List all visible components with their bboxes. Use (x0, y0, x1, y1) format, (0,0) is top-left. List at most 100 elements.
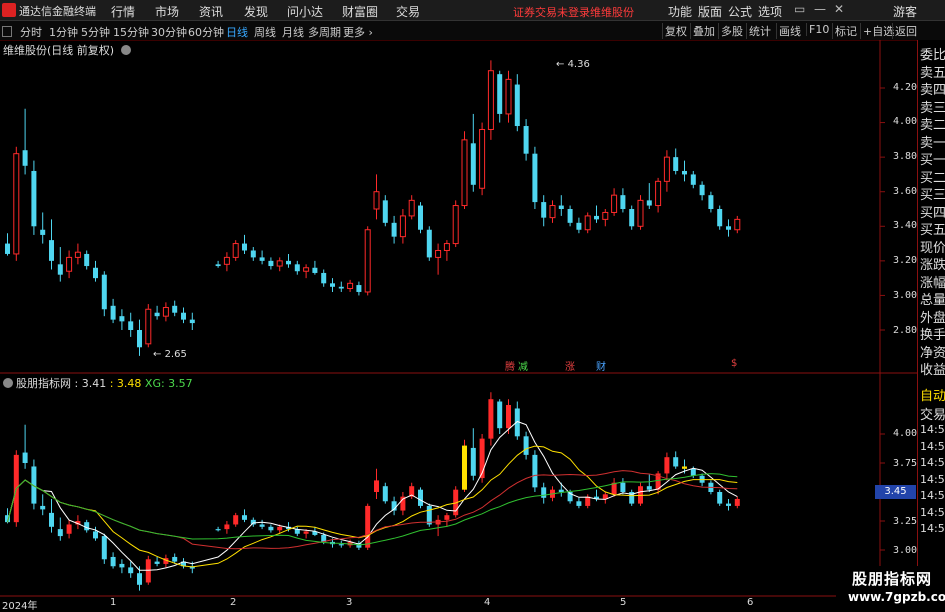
time-item[interactable]: 14:56 (920, 489, 945, 502)
button-add-watchlist[interactable]: +自选 (860, 23, 896, 39)
time-item[interactable]: 14:56 (920, 423, 945, 436)
tab-5min[interactable]: 5分钟 (81, 24, 110, 40)
ind-candle-body (277, 526, 283, 531)
event-marker[interactable]: $ (731, 358, 737, 369)
ind-candle-body (541, 487, 547, 498)
menu-formula[interactable]: 公式 (728, 3, 752, 20)
yaxis-label: 3.60 (893, 186, 918, 197)
side-item[interactable]: 总量 (920, 289, 945, 308)
menu-options[interactable]: 选项 (758, 3, 782, 20)
side-item[interactable]: 现价 (920, 237, 945, 256)
event-marker[interactable]: 财 (596, 358, 606, 373)
candle-body (726, 226, 731, 230)
button-stats[interactable]: 统计 (746, 23, 773, 39)
side-item[interactable]: 收益 (920, 359, 945, 378)
button-mark[interactable]: 标记 (832, 23, 859, 39)
ind-candle-body (49, 512, 54, 527)
menu-function[interactable]: 功能 (668, 3, 692, 20)
minimize-icon[interactable]: ▭ (794, 2, 805, 16)
side-item[interactable]: 买三 (920, 184, 945, 203)
side-item[interactable]: 买一 (920, 149, 945, 168)
candle-body (40, 229, 46, 235)
indicator-settings-icon[interactable] (3, 378, 13, 388)
tab-1min[interactable]: 1分钟 (49, 24, 78, 40)
time-item[interactable]: 14:56 (920, 440, 945, 453)
side-item[interactable]: 买二 (920, 167, 945, 186)
button-draw[interactable]: 画线 (776, 23, 803, 39)
xaxis-label: 1 (110, 597, 117, 608)
panel-toggle-icon[interactable] (2, 26, 12, 37)
side-item[interactable]: 卖五 (920, 62, 945, 81)
menu-ask[interactable]: 问小达 (287, 3, 323, 20)
side-item[interactable]: 换手 (920, 324, 945, 343)
yaxis-label: 4.20 (893, 82, 918, 93)
tab-multi-period[interactable]: 多周期 (308, 24, 341, 40)
guest-user[interactable]: 游客 (893, 3, 917, 20)
ind-candle-body (682, 466, 687, 469)
menu-wealth[interactable]: 财富圈 (342, 3, 378, 20)
ind-candle-body (259, 524, 265, 527)
ind-candle-body (532, 454, 538, 488)
ind-candle-body (268, 526, 274, 531)
button-overlay[interactable]: 叠加 (690, 23, 717, 39)
indicator-candle-series (5, 392, 740, 591)
tab-more[interactable]: 更多 › (343, 24, 373, 40)
side-item[interactable]: 买四 (920, 202, 945, 221)
candle-body (435, 249, 442, 258)
time-item[interactable]: 14:56 (920, 473, 945, 486)
candle-body (286, 260, 291, 265)
candle-body (5, 243, 10, 254)
candle-body (110, 305, 116, 320)
menu-market-quotes[interactable]: 行情 (111, 3, 135, 20)
ind-candle-body (576, 501, 582, 506)
tab-30min[interactable]: 30分钟 (151, 24, 187, 40)
candle-body (373, 191, 380, 210)
menu-trade[interactable]: 交易 (396, 3, 420, 20)
event-marker[interactable]: 涨 (565, 358, 575, 373)
restore-icon[interactable]: — (814, 2, 826, 16)
candlestick-chart[interactable] (0, 40, 917, 609)
tab-weekly[interactable]: 周线 (254, 24, 276, 40)
tab-15min[interactable]: 15分钟 (113, 24, 149, 40)
menu-news[interactable]: 资讯 (199, 3, 223, 20)
side-item[interactable]: 买五 (920, 219, 945, 238)
time-item[interactable]: 14:56 (920, 456, 945, 469)
button-f10[interactable]: F10 (806, 23, 831, 36)
ind-yaxis-label: 3.75 (893, 458, 918, 469)
close-icon[interactable]: ✕ (834, 2, 844, 16)
event-marker[interactable]: 腾 (505, 358, 515, 373)
candle-body (443, 243, 450, 251)
tab-daily[interactable]: 日线 (226, 24, 248, 40)
axis-ticks (880, 87, 885, 551)
side-item[interactable]: 净资 (920, 342, 945, 361)
auto-trade-label[interactable]: 交易 (920, 404, 945, 423)
side-item[interactable]: 卖三 (920, 97, 945, 116)
button-adjust[interactable]: 复权 (662, 23, 689, 39)
side-item[interactable]: 卖二 (920, 114, 945, 133)
tab-60min[interactable]: 60分钟 (188, 24, 224, 40)
candle-body (391, 222, 397, 237)
button-multi-stock[interactable]: 多股 (718, 23, 745, 39)
candle-body (22, 150, 28, 166)
button-back[interactable]: 返回 (892, 23, 919, 39)
tab-intraday[interactable]: 分时 (20, 24, 42, 40)
side-item[interactable]: 涨幅 (920, 272, 945, 291)
time-item[interactable]: 14:56 (920, 522, 945, 535)
menu-market[interactable]: 市场 (155, 3, 179, 20)
settings-icon[interactable] (120, 45, 131, 55)
event-marker[interactable]: 减 (518, 358, 528, 373)
menu-layout[interactable]: 版面 (698, 3, 722, 20)
menu-discover[interactable]: 发现 (244, 3, 268, 20)
tab-monthly[interactable]: 月线 (282, 24, 304, 40)
time-item[interactable]: 14:56 (920, 506, 945, 519)
side-item[interactable]: 委比 (920, 44, 945, 63)
auto-trade-label[interactable]: 自动 (920, 385, 945, 404)
candle-body (576, 222, 582, 230)
ind-candle-body (57, 529, 63, 537)
side-item[interactable]: 外盘 (920, 307, 945, 326)
candle-body (181, 312, 186, 320)
side-item[interactable]: 卖一 (920, 132, 945, 151)
login-status[interactable]: 证券交易未登录 (513, 4, 590, 20)
side-item[interactable]: 卖四 (920, 79, 945, 98)
side-item[interactable]: 涨跌 (920, 254, 945, 273)
